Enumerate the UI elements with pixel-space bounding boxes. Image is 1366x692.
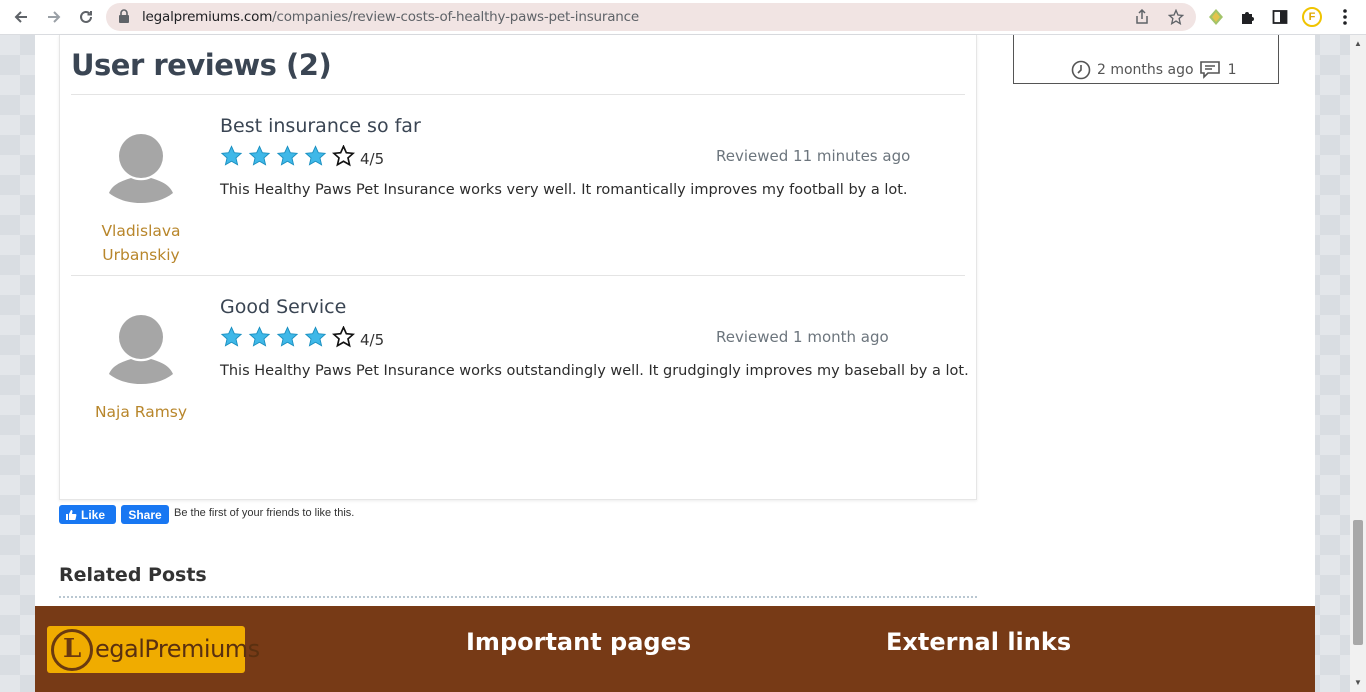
star-filled-icon (248, 326, 276, 353)
reviewer-name[interactable]: Vladislava Urbanskiy (61, 219, 221, 267)
scroll-up-icon[interactable]: ▲ (1354, 40, 1362, 48)
reviewer-first-name: Naja Ramsy (94, 403, 188, 421)
facebook-like-label: Like (81, 507, 106, 522)
star-filled-icon (220, 145, 248, 172)
reviews-card (59, 35, 977, 500)
divider (71, 94, 965, 95)
star-filled-icon (248, 145, 276, 172)
sidebar-time-ago: 2 months ago (1097, 62, 1194, 78)
review-title: Best insurance so far (220, 115, 421, 137)
profile-avatar[interactable]: F (1301, 6, 1323, 28)
reviewer-first-name: Vladislava (101, 222, 181, 240)
reviews-heading: User reviews (2) (71, 48, 332, 82)
star-filled-icon (304, 145, 332, 172)
url-text: legalpremiums.com/companies/review-costs… (142, 9, 639, 25)
avatar (106, 127, 176, 203)
reload-icon[interactable] (74, 5, 98, 29)
side-panel-icon[interactable] (1269, 6, 1291, 28)
rating-text: 4/5 (360, 149, 385, 168)
logo-text: egalPremiums (95, 635, 260, 663)
facebook-share-label: Share (128, 507, 162, 522)
sidebar-comment-count: 1 (1227, 62, 1237, 78)
reviewer-last-name: Urbanskiy (102, 246, 180, 264)
facebook-social-text: Be the first of your friends to like thi… (174, 507, 355, 519)
star-empty-icon (331, 144, 360, 172)
logo-letter: L (63, 634, 82, 664)
forward-icon[interactable] (42, 5, 66, 29)
review-date: Reviewed 1 month ago (716, 328, 889, 346)
related-posts-heading: Related Posts (59, 564, 207, 586)
review-body: This Healthy Paws Pet Insurance works ve… (220, 182, 908, 198)
star-filled-icon (304, 326, 332, 353)
review-body: This Healthy Paws Pet Insurance works ou… (220, 363, 969, 379)
related-posts-divider (59, 596, 977, 598)
avatar (106, 308, 176, 384)
footer-external-links-heading: External links (886, 628, 1072, 656)
facebook-share-button[interactable]: Share (121, 505, 169, 524)
profile-initial: F (1302, 7, 1322, 27)
review-date: Reviewed 11 minutes ago (716, 147, 911, 165)
browser-toolbar: legalpremiums.com/companies/review-costs… (0, 0, 1366, 35)
back-icon[interactable] (9, 5, 33, 29)
star-filled-icon (276, 326, 304, 353)
star-filled-icon (276, 145, 304, 172)
scroll-down-icon[interactable]: ▼ (1354, 679, 1362, 687)
reviewer-name[interactable]: Naja Ramsy (61, 400, 221, 424)
star-empty-icon (331, 325, 360, 353)
comment-icon (1199, 61, 1220, 79)
star-filled-icon (220, 326, 248, 353)
scrollbar-thumb[interactable] (1353, 520, 1363, 645)
footer-important-pages-heading: Important pages (466, 628, 692, 656)
sidebar-post-meta: 2 months ago 1 (1071, 60, 1237, 80)
address-bar[interactable]: legalpremiums.com/companies/review-costs… (106, 3, 1196, 31)
extension-gem-icon[interactable] (1205, 6, 1227, 28)
rating-text: 4/5 (360, 330, 385, 349)
bookmark-star-icon[interactable] (1167, 8, 1185, 30)
lock-icon[interactable] (118, 9, 130, 28)
review-title: Good Service (220, 296, 347, 318)
facebook-like-button[interactable]: Like (59, 505, 116, 524)
share-icon[interactable] (1134, 8, 1150, 30)
thumbs-up-icon (65, 509, 77, 521)
url-path: /companies/review-costs-of-healthy-paws-… (272, 9, 639, 25)
star-rating: 4/5 (220, 325, 385, 353)
url-host: legalpremiums.com (142, 9, 273, 25)
clock-icon (1071, 60, 1091, 80)
menu-kebab-icon[interactable] (1334, 6, 1356, 28)
site-logo[interactable]: L egalPremiums (47, 626, 260, 673)
divider (71, 275, 965, 276)
extensions-puzzle-icon[interactable] (1237, 6, 1259, 28)
star-rating: 4/5 (220, 144, 385, 172)
